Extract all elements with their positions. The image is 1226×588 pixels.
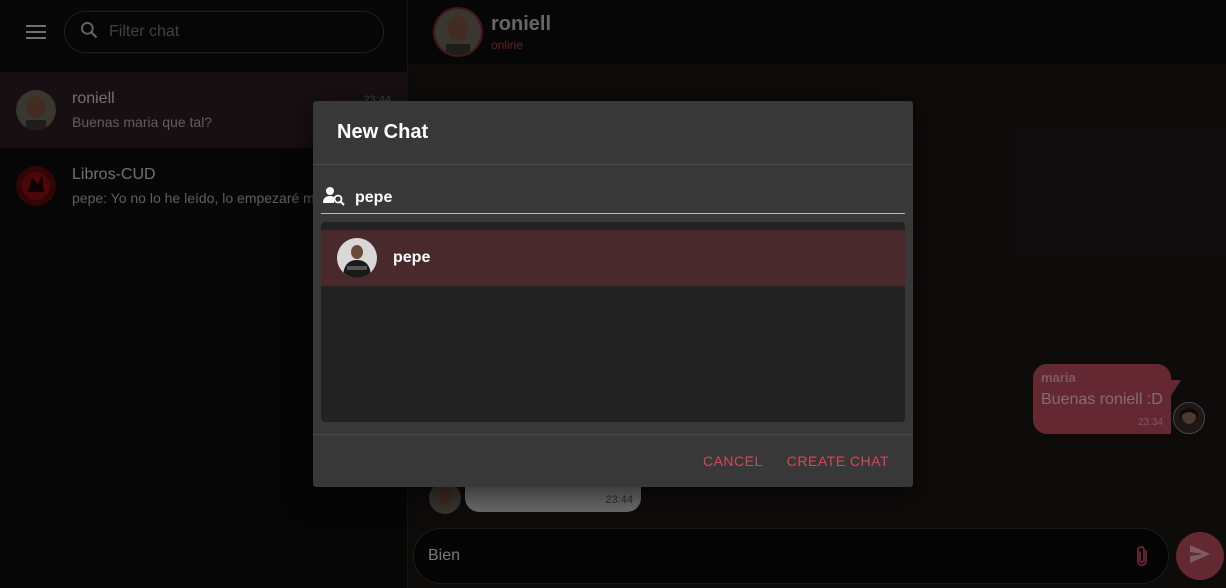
result-item-pepe[interactable]: pepe: [321, 230, 905, 286]
dialog-actions: CANCEL CREATE CHAT: [313, 434, 913, 487]
create-chat-button[interactable]: CREATE CHAT: [779, 445, 897, 477]
result-name: pepe: [393, 249, 431, 266]
user-search-field[interactable]: [321, 183, 905, 214]
cancel-button[interactable]: CANCEL: [695, 445, 771, 477]
new-chat-dialog: New Chat pepe CANCEL CREATE CHAT: [313, 101, 913, 487]
dialog-title: New Chat: [313, 101, 913, 165]
search-results: pepe: [321, 222, 905, 422]
user-search-input[interactable]: [355, 189, 875, 207]
avatar: [337, 238, 377, 278]
person-search-icon: [323, 186, 345, 211]
